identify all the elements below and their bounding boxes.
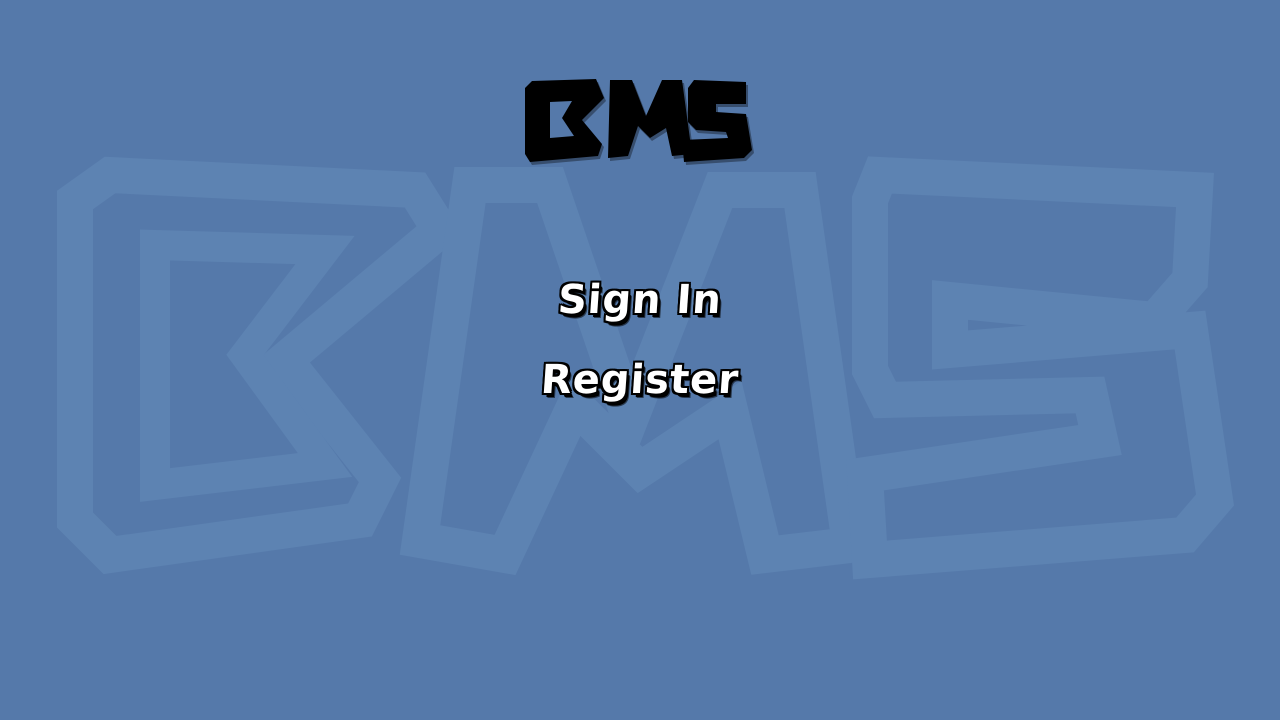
register-button[interactable]: Register xyxy=(538,340,742,420)
bms-logo xyxy=(525,79,754,165)
sign-in-button[interactable]: Sign In xyxy=(555,260,725,340)
main-menu: Sign In Register xyxy=(0,260,1280,420)
